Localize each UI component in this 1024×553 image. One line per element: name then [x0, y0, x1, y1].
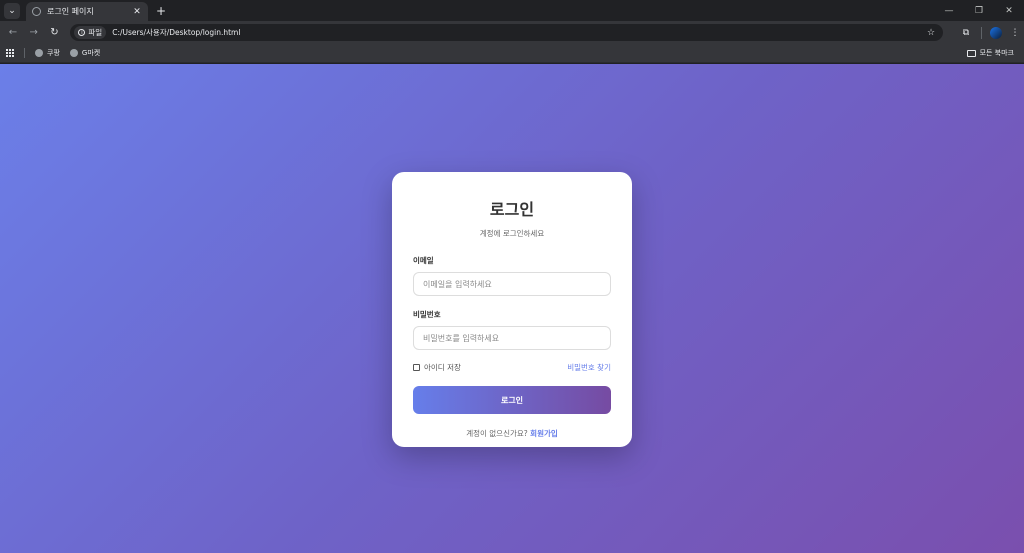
- chevron-down-icon: ⌄: [8, 6, 16, 16]
- browser-toolbar: ← → ↻ i 파일 C:/Users/사용자/Desktop/login.ht…: [0, 21, 1024, 44]
- globe-icon: [35, 49, 43, 57]
- apps-grid-icon[interactable]: [6, 48, 15, 58]
- toolbar-divider: [981, 26, 983, 39]
- tab-strip: ⌄ 로그인 페이지 ✕ + — ❐ ✕: [0, 0, 1024, 21]
- info-icon: i: [78, 29, 86, 36]
- email-label: 이메일: [413, 256, 434, 265]
- menu-icon[interactable]: ⋮: [1006, 25, 1024, 41]
- login-button[interactable]: 로그인: [413, 386, 611, 414]
- extensions-icon[interactable]: ⧉: [957, 25, 975, 41]
- browser-tab[interactable]: 로그인 페이지 ✕: [26, 2, 148, 21]
- password-label: 비밀번호: [413, 310, 441, 319]
- profile-avatar[interactable]: [990, 26, 1003, 39]
- bookmark-item-coupang[interactable]: 쿠팡: [35, 48, 60, 58]
- remember-label: 아이디 저장: [424, 363, 461, 372]
- bookmark-item-gmarket[interactable]: G마켓: [69, 48, 101, 58]
- close-window-icon[interactable]: ✕: [994, 0, 1024, 21]
- bookmarks-bar: 쿠팡 G마켓 모든 북마크: [0, 44, 1024, 63]
- bookmark-label: G마켓: [81, 49, 101, 57]
- bookmark-label: 쿠팡: [47, 49, 60, 57]
- url-text[interactable]: C:/Users/사용자/Desktop/login.html: [112, 27, 927, 38]
- bookmarks-divider: [24, 48, 25, 58]
- address-bar[interactable]: i 파일 C:/Users/사용자/Desktop/login.html ☆: [70, 24, 944, 41]
- page-viewport: 로그인 계정에 로그인하세요 이메일 비밀번호 아이디 저장 비밀번호 찾기 로…: [0, 64, 1024, 553]
- all-bookmarks-button[interactable]: 모든 북마크: [966, 48, 1014, 58]
- new-tab-button[interactable]: +: [156, 4, 166, 18]
- back-icon[interactable]: ←: [5, 25, 21, 41]
- page-title: 로그인: [489, 200, 535, 219]
- folder-icon: [966, 49, 976, 57]
- remember-id-checkbox[interactable]: 아이디 저장: [413, 362, 461, 373]
- restore-icon[interactable]: ❐: [964, 0, 994, 21]
- globe-icon: [32, 7, 41, 16]
- tab-search-button[interactable]: ⌄: [4, 3, 20, 19]
- reload-icon[interactable]: ↻: [47, 25, 63, 41]
- star-icon[interactable]: ☆: [927, 28, 935, 38]
- signup-link[interactable]: 회원가입: [530, 429, 558, 438]
- site-chip-label: 파일: [88, 28, 103, 37]
- signup-prompt: 계정이 없으신가요?: [466, 429, 528, 438]
- signup-row: 계정이 없으신가요? 회원가입: [413, 428, 611, 439]
- email-input[interactable]: [413, 272, 611, 296]
- toolbar-right: ⧉ ⋮: [953, 25, 1024, 41]
- checkbox-icon[interactable]: [413, 364, 420, 371]
- options-row: 아이디 저장 비밀번호 찾기: [413, 362, 611, 373]
- all-bookmarks-label: 모든 북마크: [979, 49, 1014, 57]
- page-subtitle: 계정에 로그인하세요: [479, 229, 545, 238]
- forward-icon[interactable]: →: [26, 25, 42, 41]
- minimize-icon[interactable]: —: [934, 0, 964, 21]
- close-tab-icon[interactable]: ✕: [132, 7, 142, 17]
- forgot-password-link[interactable]: 비밀번호 찾기: [567, 362, 611, 373]
- site-info-chip[interactable]: i 파일: [74, 26, 107, 39]
- globe-icon: [69, 49, 78, 57]
- window-controls: — ❐ ✕: [934, 0, 1024, 21]
- password-input[interactable]: [413, 326, 611, 350]
- tab-title: 로그인 페이지: [47, 7, 94, 16]
- login-card: 로그인 계정에 로그인하세요 이메일 비밀번호 아이디 저장 비밀번호 찾기 로…: [392, 172, 632, 447]
